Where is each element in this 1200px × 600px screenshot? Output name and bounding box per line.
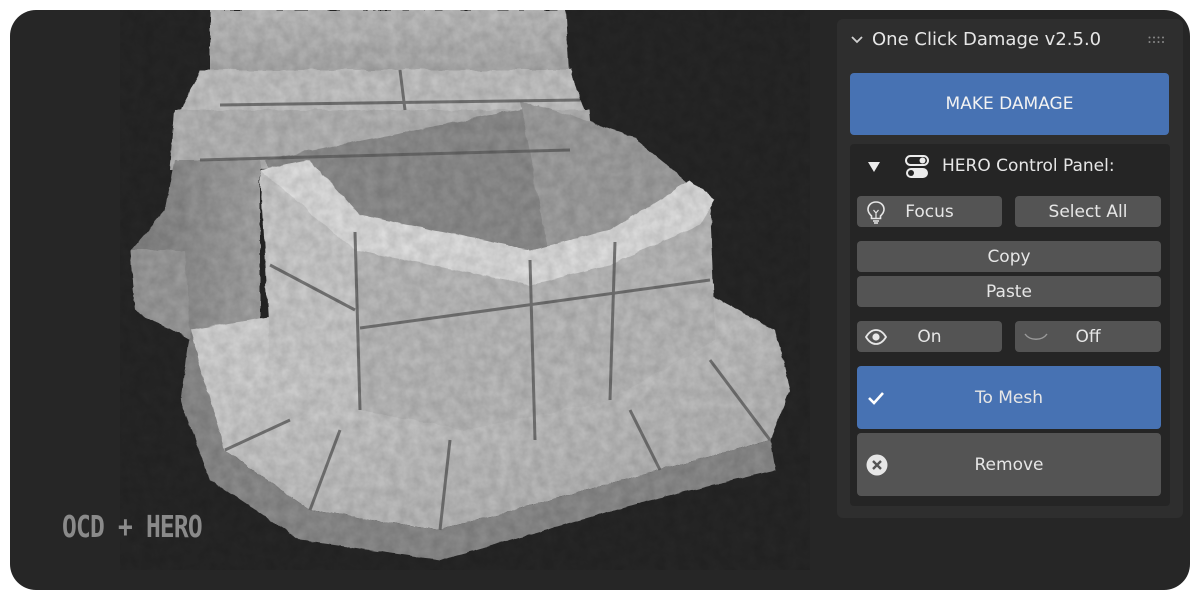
eye-closed-icon	[1023, 330, 1049, 344]
panel-title: One Click Damage v2.5.0	[872, 29, 1102, 50]
remove-label: Remove	[974, 454, 1044, 475]
stone-well-model	[120, 10, 810, 570]
toggle-switch-icon	[905, 155, 929, 178]
hero-panel-title: HERO Control Panel:	[942, 156, 1115, 176]
grip-icon[interactable]	[1148, 36, 1166, 44]
to-mesh-button[interactable]: To Mesh	[857, 366, 1161, 429]
watermark-logo: OCD + HERO	[62, 510, 203, 545]
select-all-button[interactable]: Select All	[1015, 196, 1161, 227]
focus-label: Focus	[905, 201, 954, 222]
copy-button[interactable]: Copy	[857, 241, 1161, 272]
make-damage-label: MAKE DAMAGE	[945, 94, 1074, 114]
triangle-down-icon[interactable]	[867, 161, 881, 173]
focus-button[interactable]: Focus	[857, 196, 1002, 227]
lightbulb-icon	[865, 200, 887, 224]
chevron-down-icon[interactable]	[851, 36, 863, 44]
hero-panel-header[interactable]: HERO Control Panel:	[850, 144, 1170, 190]
off-label: Off	[1075, 326, 1101, 347]
paste-label: Paste	[986, 281, 1032, 302]
app-frame: OCD + HERO One Click Damage v2.5.0 MAKE …	[10, 10, 1190, 590]
checkmark-icon	[867, 391, 885, 405]
panel-header[interactable]: One Click Damage v2.5.0	[837, 19, 1183, 63]
remove-button[interactable]: Remove	[857, 433, 1161, 496]
select-all-label: Select All	[1048, 201, 1128, 222]
make-damage-button[interactable]: MAKE DAMAGE	[850, 73, 1169, 135]
x-circle-icon	[866, 454, 888, 476]
on-button[interactable]: On	[857, 321, 1002, 352]
addon-panel: One Click Damage v2.5.0 MAKE DAMAGE HERO…	[837, 19, 1183, 518]
off-button[interactable]: Off	[1015, 321, 1161, 352]
eye-icon	[865, 328, 887, 345]
paste-button[interactable]: Paste	[857, 276, 1161, 307]
on-label: On	[917, 326, 942, 347]
hero-control-panel: HERO Control Panel: Focus Select All Cop…	[850, 144, 1170, 506]
copy-label: Copy	[987, 246, 1031, 267]
to-mesh-label: To Mesh	[974, 387, 1044, 408]
3d-viewport[interactable]: OCD + HERO	[10, 10, 830, 590]
